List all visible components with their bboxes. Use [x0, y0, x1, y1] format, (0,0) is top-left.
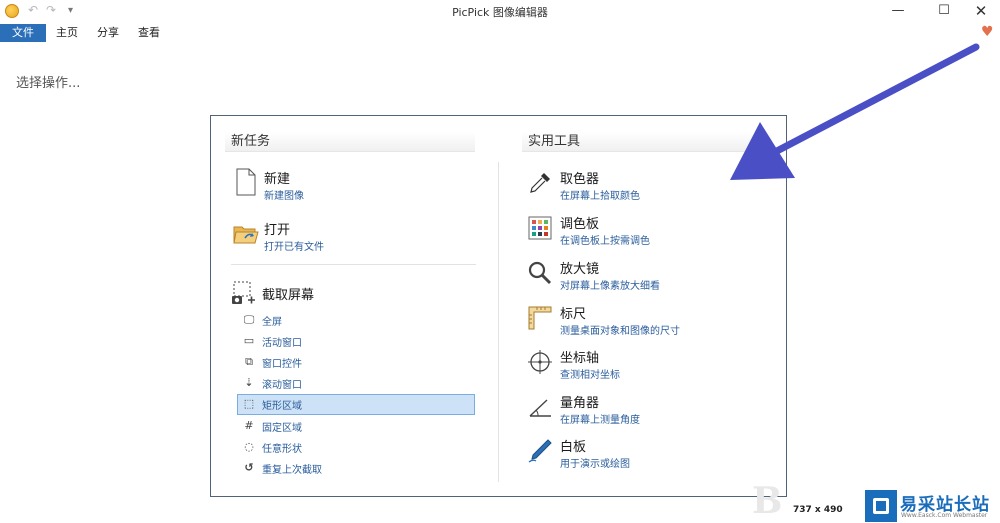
ruler-icon [528, 306, 552, 330]
new-document-icon [236, 168, 256, 196]
capture-active-window-item[interactable]: ▭ 活动窗口 [237, 331, 475, 351]
new-tasks-heading: 新任务 [225, 132, 475, 152]
tool-color-palette[interactable]: 调色板 在调色板上按需调色 [527, 213, 767, 253]
new-image-desc: 新建图像 [264, 191, 304, 202]
tool-whiteboard-title: 白板 [560, 440, 587, 455]
minimize-button[interactable]: — [875, 0, 921, 24]
tab-share[interactable]: 分享 [88, 24, 128, 42]
fixed-region-icon: # [244, 419, 254, 432]
capture-repeat-last-item[interactable]: ↺ 重复上次截取 [237, 458, 475, 478]
capture-freeform-label: 任意形状 [262, 444, 302, 455]
tool-crosshair[interactable]: 坐标轴 查测相对坐标 [527, 347, 767, 387]
start-panel: 新任务 实用工具 新建 新建图像 打开 打开已有文件 截取屏幕 🖵 全屏 ▭ 活… [210, 115, 787, 497]
window-icon: ▭ [243, 334, 255, 347]
tool-color-palette-desc: 在调色板上按需调色 [560, 236, 650, 247]
monitor-icon: 🖵 [243, 313, 255, 326]
scroll-window-icon: ⇣ [244, 376, 254, 389]
tool-ruler[interactable]: 标尺 测量桌面对象和图像的尺寸 [527, 303, 767, 343]
tool-magnifier-title: 放大镜 [560, 262, 600, 277]
tool-magnifier-desc: 对屏幕上像素放大细看 [560, 281, 660, 292]
rectangle-region-icon: ⬚ [243, 397, 255, 410]
capture-active-window-label: 活动窗口 [262, 338, 302, 349]
capture-rectangle-region-label: 矩形区域 [262, 401, 302, 412]
whiteboard-pen-icon [528, 439, 552, 463]
tab-view[interactable]: 查看 [128, 24, 170, 42]
tab-home[interactable]: 主页 [46, 24, 88, 42]
open-file-button[interactable]: 打开 打开已有文件 [233, 219, 433, 255]
capture-rectangle-region-item[interactable]: ⬚ 矩形区域 [237, 394, 475, 415]
capture-fixed-region-item[interactable]: # 固定区域 [237, 416, 475, 436]
watermark-url: Www.Easck.Com Webmaster [901, 512, 988, 519]
tool-magnifier[interactable]: 放大镜 对屏幕上像素放大细看 [527, 258, 767, 298]
tool-color-picker-desc: 在屏幕上拾取颜色 [560, 191, 640, 202]
tool-whiteboard[interactable]: 白板 用于演示或绘图 [527, 436, 767, 476]
tab-file[interactable]: 文件 [0, 24, 46, 42]
watermark-logo-icon [865, 490, 897, 522]
heart-icon[interactable]: ♥ [981, 25, 994, 39]
screen-capture-title: 截取屏幕 [262, 288, 315, 303]
tool-ruler-desc: 测量桌面对象和图像的尺寸 [560, 326, 680, 337]
tool-protractor-title: 量角器 [560, 396, 600, 411]
repeat-icon: ↺ [244, 461, 254, 474]
window-control-icon: ⧉ [245, 355, 253, 368]
tool-color-palette-title: 调色板 [560, 217, 600, 232]
capture-window-control-label: 窗口控件 [262, 359, 302, 370]
image-dimensions: 737 x 490 [793, 505, 843, 515]
palette-icon [528, 216, 552, 240]
tool-color-picker[interactable]: 取色器 在屏幕上拾取颜色 [527, 168, 767, 208]
capture-scrolling-window-item[interactable]: ⇣ 滚动窗口 [237, 373, 475, 393]
capture-freeform-item[interactable]: ◌ 任意形状 [237, 437, 475, 457]
tool-whiteboard-desc: 用于演示或绘图 [560, 459, 630, 470]
magnifier-icon [528, 261, 552, 285]
new-image-title: 新建 [264, 172, 291, 187]
screen-capture-icon [232, 281, 255, 304]
tool-color-picker-title: 取色器 [560, 172, 600, 187]
choose-action-prompt: 选择操作... [16, 76, 81, 91]
protractor-icon [529, 399, 551, 417]
window-title: PicPick 图像编辑器 [452, 6, 548, 19]
open-file-title: 打开 [264, 223, 291, 238]
tool-ruler-title: 标尺 [560, 307, 587, 322]
column-divider [498, 162, 499, 482]
folder-open-icon [233, 226, 259, 244]
screen-capture-header: 截取屏幕 [231, 280, 431, 306]
open-file-desc: 打开已有文件 [264, 242, 324, 253]
capture-repeat-last-label: 重复上次截取 [262, 465, 322, 476]
capture-fixed-region-label: 固定区域 [262, 423, 302, 434]
capture-fullscreen-item[interactable]: 🖵 全屏 [237, 310, 475, 330]
freeform-icon: ◌ [244, 440, 254, 453]
tool-crosshair-title: 坐标轴 [560, 351, 600, 366]
title-bar: ↶ ↷ ▾ PicPick 图像编辑器 — ☐ ✕ [0, 0, 1000, 24]
new-image-button[interactable]: 新建 新建图像 [233, 168, 433, 204]
tools-heading: 实用工具 [522, 132, 772, 152]
eyedropper-icon [530, 173, 550, 193]
capture-fullscreen-label: 全屏 [262, 317, 282, 328]
tool-crosshair-desc: 查测相对坐标 [560, 370, 620, 381]
tool-protractor[interactable]: 量角器 在屏幕上测量角度 [527, 392, 767, 432]
close-button[interactable]: ✕ [958, 0, 1000, 24]
capture-scrolling-window-label: 滚动窗口 [262, 380, 302, 391]
tool-protractor-desc: 在屏幕上测量角度 [560, 415, 640, 426]
menu-bar: 文件 主页 分享 查看 [0, 24, 1000, 42]
crosshair-icon [528, 350, 552, 374]
watermark-glyph: B [752, 480, 783, 522]
section-divider [231, 264, 476, 265]
capture-window-control-item[interactable]: ⧉ 窗口控件 [237, 352, 475, 372]
